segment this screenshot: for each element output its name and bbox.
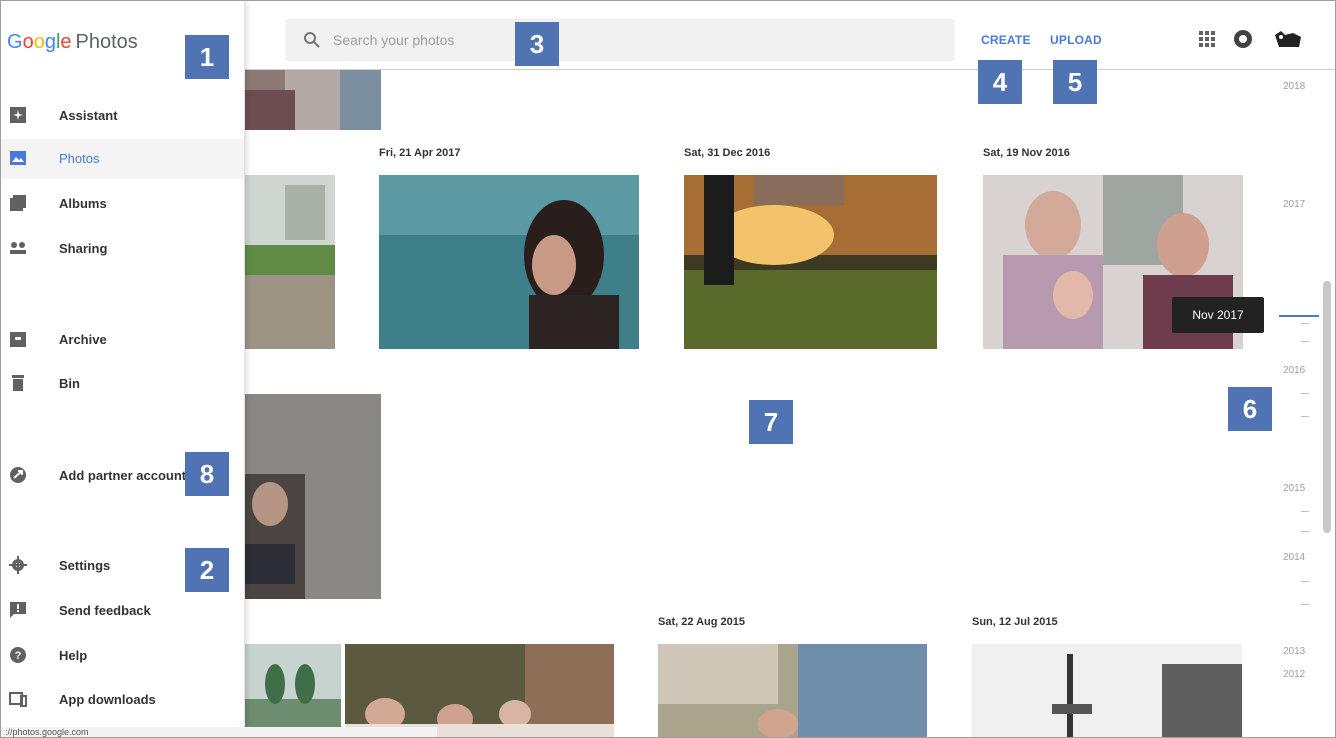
photo-image	[684, 175, 937, 349]
sidebar-item-archive[interactable]: Archive	[1, 320, 244, 360]
timeline-position-marker	[1279, 315, 1319, 317]
date-header: Sat, 31 Dec 2016	[684, 147, 771, 159]
sidebar-item-label: App downloads	[59, 692, 156, 707]
bin-icon	[12, 375, 24, 391]
sidebar-item-app-downloads[interactable]: App downloads	[1, 680, 244, 720]
timeline-year[interactable]: 2017	[1283, 199, 1305, 210]
photo-thumbnail[interactable]	[245, 175, 335, 349]
sidebar-item-label: Settings	[59, 558, 111, 573]
top-app-bar: Search your photos CREATE UPLOAD	[245, 1, 1335, 70]
albums-icon	[10, 195, 26, 211]
sidebar-item-label: Help	[59, 648, 88, 663]
sidebar-item-label: Sharing	[59, 241, 108, 256]
assistant-icon	[10, 107, 26, 123]
sidebar-item-label: Assistant	[59, 108, 118, 123]
photo-image	[245, 175, 335, 349]
navigation-drawer: Google Photos Assistant Photos Albums Sha…	[1, 1, 244, 737]
timeline-year[interactable]: 2014	[1283, 552, 1305, 563]
callout-badge: 5	[1053, 60, 1097, 104]
sidebar-item-label: Photos	[59, 151, 100, 166]
scrollbar[interactable]	[1323, 281, 1331, 533]
callout-badge: 7	[749, 400, 793, 444]
date-header: Sat, 22 Aug 2015	[658, 616, 746, 628]
photo-thumbnail[interactable]	[345, 644, 614, 737]
sidebar-item-send-feedback[interactable]: Send feedback	[1, 591, 244, 631]
sidebar-item-albums[interactable]: Albums	[1, 184, 244, 224]
timeline-year[interactable]: 2016	[1283, 365, 1305, 376]
sidebar-item-label: Send feedback	[59, 603, 151, 618]
callout-badge: 1	[185, 35, 229, 79]
callout-badge: 8	[185, 452, 229, 496]
timeline-tick	[1301, 581, 1309, 582]
photo-image	[379, 175, 639, 349]
callout-badge: 2	[185, 548, 229, 592]
settings-icon	[9, 556, 27, 574]
notifications-icon[interactable]	[1233, 29, 1253, 49]
date-header: Sat, 19 Nov 2016	[983, 147, 1070, 159]
callout-badge: 3	[515, 22, 559, 66]
photo-image	[245, 644, 341, 737]
sidebar-item-photos[interactable]: Photos	[1, 139, 244, 179]
timeline-tick	[1301, 511, 1309, 512]
photo-thumbnail[interactable]	[684, 175, 937, 349]
sidebar-item-label: Add partner account	[59, 468, 187, 483]
timeline-year[interactable]: 2015	[1283, 483, 1305, 494]
sharing-icon	[10, 242, 26, 254]
browser-status-url: ://photos.google.com	[1, 727, 437, 737]
create-button[interactable]: CREATE	[981, 33, 1031, 47]
timeline-tick	[1301, 531, 1309, 532]
date-header: Fri, 21 Apr 2017	[379, 147, 461, 159]
app-downloads-icon	[9, 692, 27, 707]
sidebar-item-assistant[interactable]: Assistant	[1, 96, 244, 136]
help-icon: ?	[10, 647, 26, 663]
photo-thumbnail[interactable]	[245, 394, 381, 599]
timeline-tick	[1301, 604, 1309, 605]
logo-product-name: Photos	[75, 31, 138, 53]
photos-icon	[10, 151, 26, 165]
archive-icon	[10, 332, 26, 347]
photo-image	[658, 644, 927, 737]
timeline-tooltip: Nov 2017	[1172, 297, 1264, 333]
timeline-year[interactable]: 2012	[1283, 669, 1305, 680]
partner-account-icon	[10, 467, 26, 483]
svg-text:?: ?	[15, 650, 22, 662]
timeline-tick	[1301, 323, 1309, 324]
timeline-year[interactable]: 2013	[1283, 646, 1305, 657]
photo-thumbnail[interactable]	[245, 70, 381, 130]
callout-badge: 6	[1228, 387, 1272, 431]
photo-thumbnail[interactable]	[379, 175, 639, 349]
search-bar[interactable]: Search your photos	[285, 19, 955, 61]
sidebar-item-bin[interactable]: Bin	[1, 364, 244, 404]
photo-thumbnail[interactable]	[245, 644, 341, 737]
account-avatar-icon[interactable]	[1273, 29, 1303, 49]
timeline-tick	[1301, 416, 1309, 417]
sidebar-item-help[interactable]: ? Help	[1, 636, 244, 676]
search-input[interactable]: Search your photos	[333, 32, 454, 48]
apps-grid-icon[interactable]	[1197, 29, 1217, 49]
photo-thumbnail[interactable]	[972, 644, 1242, 737]
photo-image	[345, 644, 614, 737]
photo-image	[972, 644, 1242, 737]
timeline-tick	[1301, 341, 1309, 342]
app-window: Fri, 21 Apr 2017 Sat, 31 Dec 2016 Sat, 1…	[0, 0, 1336, 738]
date-header: Sun, 12 Jul 2015	[972, 616, 1058, 628]
sidebar-item-label: Bin	[59, 376, 80, 391]
timeline-tick	[1301, 393, 1309, 394]
sidebar-item-sharing[interactable]: Sharing	[1, 229, 244, 269]
google-photos-logo[interactable]: Google Photos	[7, 31, 138, 54]
callout-badge: 4	[978, 60, 1022, 104]
timeline-year[interactable]: 2018	[1283, 81, 1305, 92]
photo-thumbnail[interactable]	[658, 644, 927, 737]
sidebar-item-label: Archive	[59, 332, 107, 347]
upload-button[interactable]: UPLOAD	[1050, 33, 1102, 47]
photo-image	[245, 70, 381, 130]
search-icon	[304, 32, 320, 48]
sidebar-item-label: Albums	[59, 196, 107, 211]
photo-image	[245, 394, 381, 599]
feedback-icon	[10, 602, 26, 618]
